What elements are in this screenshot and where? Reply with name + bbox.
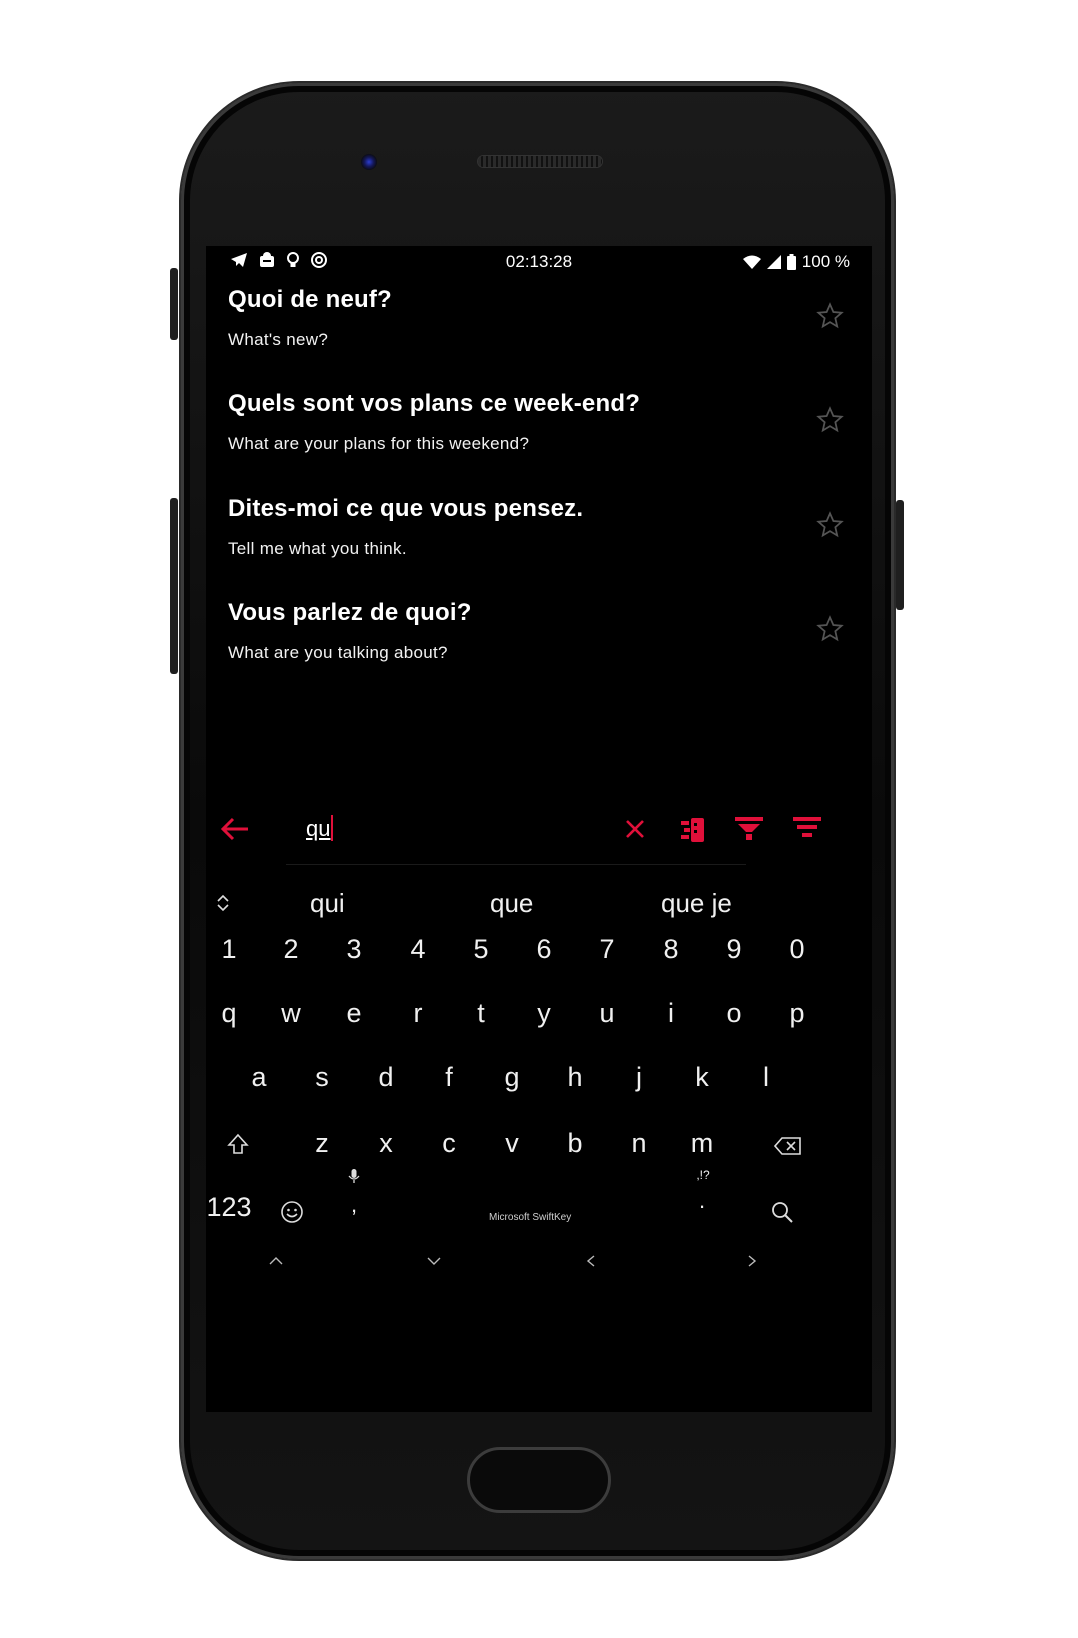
key-f[interactable]: f xyxy=(429,1062,469,1093)
search-query-text: qu xyxy=(306,816,331,841)
key-t[interactable]: t xyxy=(461,998,501,1029)
suggestion-1[interactable]: qui xyxy=(310,888,345,919)
star-icon[interactable] xyxy=(816,511,844,539)
mic-icon[interactable] xyxy=(348,1168,360,1184)
key-k[interactable]: k xyxy=(682,1062,722,1093)
shift-icon[interactable] xyxy=(226,1132,250,1156)
star-icon[interactable] xyxy=(816,615,844,643)
key-h[interactable]: h xyxy=(555,1062,595,1093)
search-bar: qu xyxy=(206,794,872,864)
screen: 02:13:28 100 % Quoi de neuf? What's new?… xyxy=(206,246,872,1412)
english-translation: What are your plans for this weekend? xyxy=(228,434,530,453)
cursor-right-icon[interactable] xyxy=(741,1254,761,1268)
list-item[interactable]: Quoi de neuf? What's new? xyxy=(228,286,848,350)
key-p[interactable]: p xyxy=(777,998,817,1029)
key-j[interactable]: j xyxy=(619,1062,659,1093)
key-8[interactable]: 8 xyxy=(651,934,691,965)
key-1[interactable]: 1 xyxy=(209,934,249,965)
clear-icon[interactable] xyxy=(624,818,646,840)
key-0[interactable]: 0 xyxy=(777,934,817,965)
key-b[interactable]: b xyxy=(555,1128,595,1159)
home-button[interactable] xyxy=(467,1447,611,1513)
expand-toolbar-icon[interactable] xyxy=(216,894,230,912)
key-r[interactable]: r xyxy=(398,998,438,1029)
battery-icon xyxy=(786,254,796,270)
key-d[interactable]: d xyxy=(366,1062,406,1093)
volume-button xyxy=(170,268,178,340)
power-button xyxy=(896,500,904,610)
key-z[interactable]: z xyxy=(302,1128,342,1159)
spacebar-brand[interactable]: Microsoft SwiftKey xyxy=(489,1212,571,1223)
english-translation: Tell me what you think. xyxy=(228,539,407,558)
text-caret xyxy=(331,815,334,841)
back-arrow-icon[interactable] xyxy=(220,816,250,842)
earpiece-speaker xyxy=(478,156,602,167)
key-7[interactable]: 7 xyxy=(587,934,627,965)
signal-icon xyxy=(766,255,781,269)
key-o[interactable]: o xyxy=(714,998,754,1029)
cursor-down-icon[interactable] xyxy=(424,1254,444,1268)
filter-alt-icon[interactable] xyxy=(792,816,822,842)
search-divider xyxy=(286,864,746,865)
key-c[interactable]: c xyxy=(429,1128,469,1159)
key-g[interactable]: g xyxy=(492,1062,532,1093)
symbols-key[interactable]: 123 xyxy=(206,1192,252,1223)
key-q[interactable]: q xyxy=(209,998,249,1029)
backspace-icon[interactable] xyxy=(774,1136,802,1156)
battery-percent: 100 % xyxy=(801,252,850,271)
list-item[interactable]: Dites-moi ce que vous pensez. Tell me wh… xyxy=(228,495,848,559)
front-camera xyxy=(361,154,377,170)
key-e[interactable]: e xyxy=(334,998,374,1029)
key-m[interactable]: m xyxy=(682,1128,722,1159)
volume-down-button xyxy=(170,498,178,674)
keyboard: qui que que je 1 2 3 4 5 6 7 8 9 0 q w e… xyxy=(206,866,872,1412)
period-key[interactable]: . xyxy=(682,1188,722,1214)
star-icon[interactable] xyxy=(816,406,844,434)
key-y[interactable]: y xyxy=(524,998,564,1029)
key-w[interactable]: w xyxy=(271,998,311,1029)
key-a[interactable]: a xyxy=(239,1062,279,1093)
french-phrase: Quels sont vos plans ce week-end? xyxy=(228,390,641,417)
system-icons: 100 % xyxy=(742,252,850,272)
key-x[interactable]: x xyxy=(366,1128,406,1159)
sort-icon[interactable] xyxy=(678,814,708,844)
comma-key[interactable]: , xyxy=(334,1192,374,1218)
english-translation: What are you talking about? xyxy=(228,643,448,662)
key-2[interactable]: 2 xyxy=(271,934,311,965)
french-phrase: Vous parlez de quoi? xyxy=(228,599,472,626)
star-icon[interactable] xyxy=(816,302,844,330)
filter-icon[interactable] xyxy=(734,816,764,842)
status-bar: 02:13:28 100 % xyxy=(206,246,872,276)
key-u[interactable]: u xyxy=(587,998,627,1029)
key-v[interactable]: v xyxy=(492,1128,532,1159)
list-item[interactable]: Vous parlez de quoi? What are you talkin… xyxy=(228,599,848,663)
search-input[interactable]: qu xyxy=(306,815,334,842)
key-n[interactable]: n xyxy=(619,1128,659,1159)
key-4[interactable]: 4 xyxy=(398,934,438,965)
wifi-icon xyxy=(742,255,761,269)
cursor-up-icon[interactable] xyxy=(266,1254,286,1268)
key-3[interactable]: 3 xyxy=(334,934,374,965)
suggestion-3[interactable]: que je xyxy=(661,888,732,919)
punctuation-hint: ,!? xyxy=(696,1168,710,1182)
key-5[interactable]: 5 xyxy=(461,934,501,965)
list-item[interactable]: Quels sont vos plans ce week-end? What a… xyxy=(228,390,848,454)
cursor-left-icon[interactable] xyxy=(582,1254,602,1268)
key-9[interactable]: 9 xyxy=(714,934,754,965)
suggestion-2[interactable]: que xyxy=(490,888,533,919)
emoji-icon[interactable] xyxy=(280,1200,304,1224)
key-l[interactable]: l xyxy=(746,1062,786,1093)
key-i[interactable]: i xyxy=(651,998,691,1029)
key-s[interactable]: s xyxy=(302,1062,342,1093)
key-6[interactable]: 6 xyxy=(524,934,564,965)
french-phrase: Dites-moi ce que vous pensez. xyxy=(228,495,584,522)
english-translation: What's new? xyxy=(228,330,329,349)
french-phrase: Quoi de neuf? xyxy=(228,286,392,313)
search-icon[interactable] xyxy=(770,1200,794,1224)
